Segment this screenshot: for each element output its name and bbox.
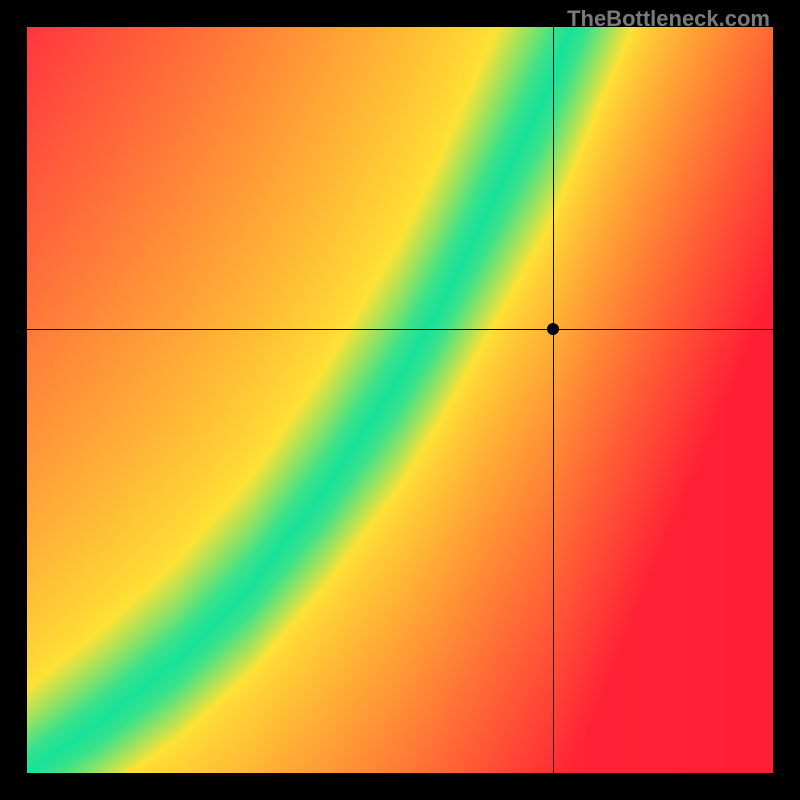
data-point-marker bbox=[547, 323, 559, 335]
crosshair-vertical bbox=[553, 27, 554, 773]
watermark-text: TheBottleneck.com bbox=[567, 6, 770, 32]
crosshair-horizontal bbox=[27, 329, 773, 330]
plot-area bbox=[27, 27, 773, 773]
chart-frame: TheBottleneck.com bbox=[0, 0, 800, 800]
heatmap-canvas bbox=[27, 27, 773, 773]
